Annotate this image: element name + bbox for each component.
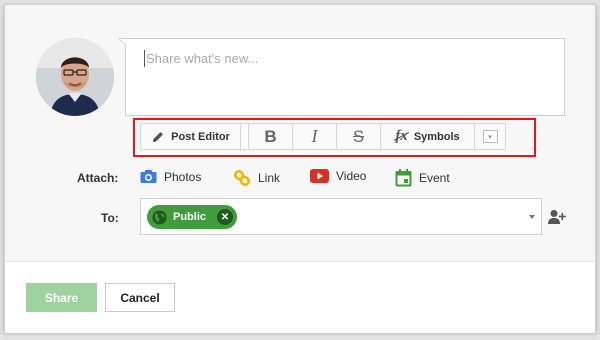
attach-link-button[interactable]: Link bbox=[233, 169, 280, 187]
attach-photos-button[interactable]: Photos bbox=[140, 169, 201, 184]
bold-label: B bbox=[264, 126, 277, 146]
attach-label: Attach: bbox=[77, 171, 119, 185]
globe-icon bbox=[152, 210, 167, 224]
share-button[interactable]: Share bbox=[26, 283, 97, 312]
attach-event-label: Event bbox=[419, 171, 450, 185]
to-label: To: bbox=[101, 211, 119, 225]
calendar-icon bbox=[395, 169, 412, 187]
symbols-button[interactable]: fx Symbols bbox=[381, 124, 475, 149]
bubble-tip-inner bbox=[120, 39, 126, 45]
public-chip-label: Public bbox=[173, 211, 207, 223]
strikethrough-button[interactable]: S bbox=[337, 124, 381, 149]
chip-close-icon[interactable]: ✕ bbox=[217, 209, 233, 225]
recipients-field[interactable]: Public ✕ bbox=[140, 198, 542, 235]
attach-event-button[interactable]: Event bbox=[395, 169, 450, 187]
video-icon bbox=[310, 169, 329, 183]
pencil-icon bbox=[153, 131, 164, 142]
italic-button[interactable]: I bbox=[293, 124, 337, 149]
add-person-button[interactable] bbox=[548, 209, 566, 228]
share-box[interactable] bbox=[125, 38, 565, 116]
more-options-button[interactable]: ▾ bbox=[475, 124, 505, 149]
add-person-icon bbox=[548, 210, 566, 224]
post-editor-button[interactable]: Post Editor bbox=[141, 124, 241, 149]
toolbar-divider bbox=[241, 124, 249, 149]
text-caret bbox=[144, 50, 145, 67]
bold-button[interactable]: B bbox=[249, 124, 293, 149]
strikethrough-label: S bbox=[352, 126, 365, 146]
fx-icon: fx bbox=[395, 128, 408, 144]
avatar bbox=[36, 38, 114, 116]
public-chip[interactable]: Public ✕ bbox=[147, 205, 237, 229]
post-editor-label: Post Editor bbox=[171, 130, 230, 143]
share-input[interactable] bbox=[146, 51, 546, 66]
format-toolbar: Post Editor B I S fx Symbols ▾ bbox=[140, 123, 506, 150]
link-icon bbox=[234, 170, 250, 186]
attach-link-label: Link bbox=[258, 171, 281, 185]
symbols-label: Symbols bbox=[413, 130, 460, 143]
dropdown-arrow-icon: ▾ bbox=[482, 130, 498, 143]
attach-photos-label: Photos bbox=[164, 169, 202, 184]
camera-icon bbox=[140, 170, 157, 183]
cancel-button[interactable]: Cancel bbox=[105, 283, 175, 312]
attach-video-label: Video bbox=[336, 169, 367, 183]
chevron-down-icon[interactable] bbox=[529, 215, 535, 219]
attach-video-button[interactable]: Video bbox=[310, 169, 366, 183]
italic-label: I bbox=[311, 126, 318, 146]
